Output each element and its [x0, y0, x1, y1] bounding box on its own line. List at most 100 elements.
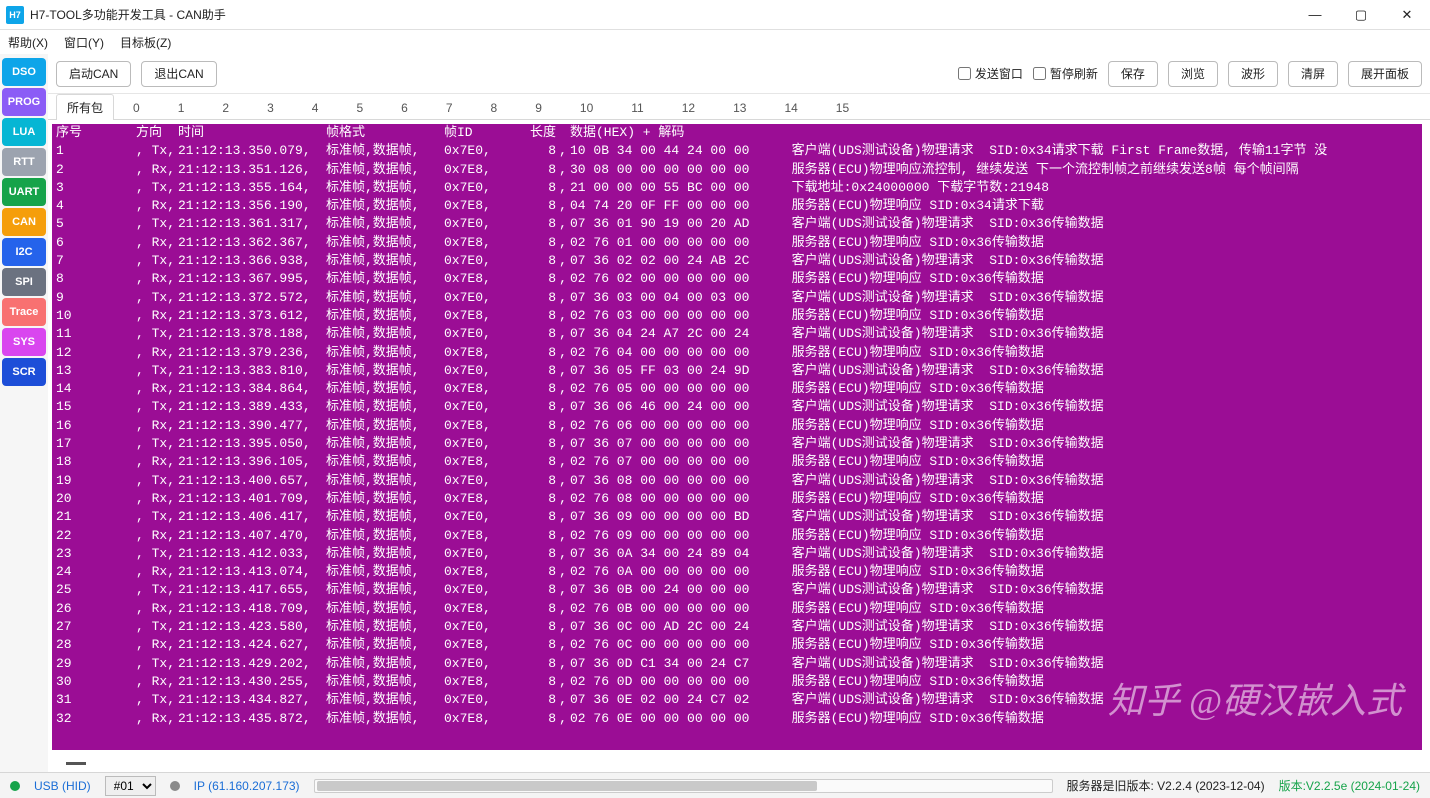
port-select[interactable]: #01	[105, 776, 156, 796]
table-row[interactable]: 32, Rx,21:12:13.435.872,标准帧,数据帧,0x7E8,8,…	[52, 710, 1422, 728]
maximize-button[interactable]: ▢	[1338, 0, 1384, 29]
table-row[interactable]: 12, Rx,21:12:13.379.236,标准帧,数据帧,0x7E8,8,…	[52, 344, 1422, 362]
table-row[interactable]: 21, Tx,21:12:13.406.417,标准帧,数据帧,0x7E0,8,…	[52, 508, 1422, 526]
table-row[interactable]: 19, Tx,21:12:13.400.657,标准帧,数据帧,0x7E0,8,…	[52, 472, 1422, 490]
sidebar-item-prog[interactable]: PROG	[2, 88, 46, 116]
app-icon: H7	[6, 6, 24, 24]
tab-all[interactable]: 所有包	[56, 94, 114, 120]
col-hex: 数据(HEX) + 解码	[570, 124, 776, 142]
menu-target[interactable]: 目标板(Z)	[120, 34, 171, 51]
tab-0[interactable]: 0	[114, 96, 159, 119]
table-row[interactable]: 10, Rx,21:12:13.373.612,标准帧,数据帧,0x7E8,8,…	[52, 307, 1422, 325]
table-row[interactable]: 13, Tx,21:12:13.383.810,标准帧,数据帧,0x7E0,8,…	[52, 362, 1422, 380]
tab-5[interactable]: 5	[337, 96, 382, 119]
usb-label: USB (HID)	[34, 779, 91, 793]
ip-status-icon	[170, 781, 180, 791]
ip-label: IP (61.160.207.173)	[194, 779, 300, 793]
tab-11[interactable]: 11	[612, 96, 662, 119]
table-row[interactable]: 17, Tx,21:12:13.395.050,标准帧,数据帧,0x7E0,8,…	[52, 435, 1422, 453]
col-fmt: 帧格式	[326, 124, 444, 142]
table-row[interactable]: 7, Tx,21:12:13.366.938,标准帧,数据帧,0x7E0,8,0…	[52, 252, 1422, 270]
menu-window[interactable]: 窗口(Y)	[64, 34, 104, 51]
table-row[interactable]: 26, Rx,21:12:13.418.709,标准帧,数据帧,0x7E8,8,…	[52, 600, 1422, 618]
table-row[interactable]: 14, Rx,21:12:13.384.864,标准帧,数据帧,0x7E8,8,…	[52, 380, 1422, 398]
menubar: 帮助(X) 窗口(Y) 目标板(Z)	[0, 30, 1430, 54]
table-row[interactable]: 11, Tx,21:12:13.378.188,标准帧,数据帧,0x7E0,8,…	[52, 325, 1422, 343]
table-row[interactable]: 31, Tx,21:12:13.434.827,标准帧,数据帧,0x7E0,8,…	[52, 691, 1422, 709]
sidebar-item-dso[interactable]: DSO	[2, 58, 46, 86]
wave-button[interactable]: 波形	[1228, 61, 1278, 87]
filter-tabs: 所有包 0123456789101112131415	[48, 94, 1430, 120]
table-row[interactable]: 16, Rx,21:12:13.390.477,标准帧,数据帧,0x7E8,8,…	[52, 417, 1422, 435]
tab-3[interactable]: 3	[248, 96, 293, 119]
table-row[interactable]: 1, Tx,21:12:13.350.079,标准帧,数据帧,0x7E0,8,1…	[52, 142, 1422, 160]
tab-10[interactable]: 10	[561, 96, 612, 119]
packet-grid: 序号 方向 时间 帧格式 帧ID 长度 数据(HEX) + 解码 1, Tx,2…	[52, 124, 1422, 750]
clear-button[interactable]: 清屏	[1288, 61, 1338, 87]
sidebar-item-scr[interactable]: SCR	[2, 358, 46, 386]
tab-15[interactable]: 15	[817, 96, 868, 119]
sidebar-item-lua[interactable]: LUA	[2, 118, 46, 146]
tab-6[interactable]: 6	[382, 96, 427, 119]
titlebar: H7 H7-TOOL多功能开发工具 - CAN助手 — ▢ ✕	[0, 0, 1430, 30]
table-row[interactable]: 6, Rx,21:12:13.362.367,标准帧,数据帧,0x7E8,8,0…	[52, 234, 1422, 252]
sidebar-item-trace[interactable]: Trace	[2, 298, 46, 326]
start-can-button[interactable]: 启动CAN	[56, 61, 131, 87]
client-version: 版本:V2.2.5e (2024-01-24)	[1279, 777, 1420, 794]
pause-refresh-checkbox[interactable]: 暂停刷新	[1033, 65, 1098, 82]
save-button[interactable]: 保存	[1108, 61, 1158, 87]
table-row[interactable]: 24, Rx,21:12:13.413.074,标准帧,数据帧,0x7E8,8,…	[52, 563, 1422, 581]
tab-7[interactable]: 7	[427, 96, 472, 119]
usb-status-icon	[10, 781, 20, 791]
table-row[interactable]: 22, Rx,21:12:13.407.470,标准帧,数据帧,0x7E8,8,…	[52, 527, 1422, 545]
col-seq: 序号	[56, 124, 136, 142]
table-row[interactable]: 15, Tx,21:12:13.389.433,标准帧,数据帧,0x7E0,8,…	[52, 398, 1422, 416]
minimize-button[interactable]: —	[1292, 0, 1338, 29]
tab-4[interactable]: 4	[293, 96, 338, 119]
sidebar-item-spi[interactable]: SPI	[2, 268, 46, 296]
sidebar-item-can[interactable]: CAN	[2, 208, 46, 236]
sidebar-item-sys[interactable]: SYS	[2, 328, 46, 356]
table-row[interactable]: 5, Tx,21:12:13.361.317,标准帧,数据帧,0x7E0,8,0…	[52, 215, 1422, 233]
col-dir: 方向	[136, 124, 178, 142]
send-window-checkbox[interactable]: 发送窗口	[958, 65, 1023, 82]
server-version: 服务器是旧版本: V2.2.4 (2023-12-04)	[1067, 777, 1265, 794]
table-row[interactable]: 3, Tx,21:12:13.355.164,标准帧,数据帧,0x7E0,8,2…	[52, 179, 1422, 197]
sidebar-item-i2c[interactable]: I2C	[2, 238, 46, 266]
table-row[interactable]: 8, Rx,21:12:13.367.995,标准帧,数据帧,0x7E8,8,0…	[52, 270, 1422, 288]
table-row[interactable]: 20, Rx,21:12:13.401.709,标准帧,数据帧,0x7E8,8,…	[52, 490, 1422, 508]
table-row[interactable]: 23, Tx,21:12:13.412.033,标准帧,数据帧,0x7E0,8,…	[52, 545, 1422, 563]
col-id: 帧ID	[444, 124, 526, 142]
table-row[interactable]: 29, Tx,21:12:13.429.202,标准帧,数据帧,0x7E0,8,…	[52, 655, 1422, 673]
table-row[interactable]: 25, Tx,21:12:13.417.655,标准帧,数据帧,0x7E0,8,…	[52, 581, 1422, 599]
sidebar: DSOPROGLUARTTUARTCANI2CSPITraceSYSSCR	[0, 54, 48, 772]
footer-strip	[52, 754, 1422, 772]
tab-12[interactable]: 12	[663, 96, 714, 119]
table-row[interactable]: 2, Rx,21:12:13.351.126,标准帧,数据帧,0x7E8,8,3…	[52, 161, 1422, 179]
tab-2[interactable]: 2	[203, 96, 248, 119]
expand-panel-button[interactable]: 展开面板	[1348, 61, 1422, 87]
hscrollbar[interactable]	[314, 779, 1053, 793]
stop-can-button[interactable]: 退出CAN	[141, 61, 216, 87]
table-row[interactable]: 9, Tx,21:12:13.372.572,标准帧,数据帧,0x7E0,8,0…	[52, 289, 1422, 307]
close-button[interactable]: ✕	[1384, 0, 1430, 29]
tab-8[interactable]: 8	[472, 96, 517, 119]
table-row[interactable]: 30, Rx,21:12:13.430.255,标准帧,数据帧,0x7E8,8,…	[52, 673, 1422, 691]
menu-help[interactable]: 帮助(X)	[8, 34, 48, 51]
tab-9[interactable]: 9	[516, 96, 561, 119]
col-len: 长度	[526, 124, 556, 142]
table-row[interactable]: 27, Tx,21:12:13.423.580,标准帧,数据帧,0x7E0,8,…	[52, 618, 1422, 636]
col-time: 时间	[178, 124, 326, 142]
sidebar-item-rtt[interactable]: RTT	[2, 148, 46, 176]
tab-13[interactable]: 13	[714, 96, 765, 119]
tab-1[interactable]: 1	[159, 96, 204, 119]
browse-button[interactable]: 浏览	[1168, 61, 1218, 87]
toolbar: 启动CAN 退出CAN 发送窗口 暂停刷新 保存 浏览 波形 清屏 展开面板	[48, 54, 1430, 94]
sidebar-item-uart[interactable]: UART	[2, 178, 46, 206]
table-row[interactable]: 4, Rx,21:12:13.356.190,标准帧,数据帧,0x7E8,8,0…	[52, 197, 1422, 215]
grid-header: 序号 方向 时间 帧格式 帧ID 长度 数据(HEX) + 解码	[52, 124, 1422, 142]
table-row[interactable]: 18, Rx,21:12:13.396.105,标准帧,数据帧,0x7E8,8,…	[52, 453, 1422, 471]
table-row[interactable]: 28, Rx,21:12:13.424.627,标准帧,数据帧,0x7E8,8,…	[52, 636, 1422, 654]
window-title: H7-TOOL多功能开发工具 - CAN助手	[30, 6, 1292, 23]
tab-14[interactable]: 14	[765, 96, 816, 119]
